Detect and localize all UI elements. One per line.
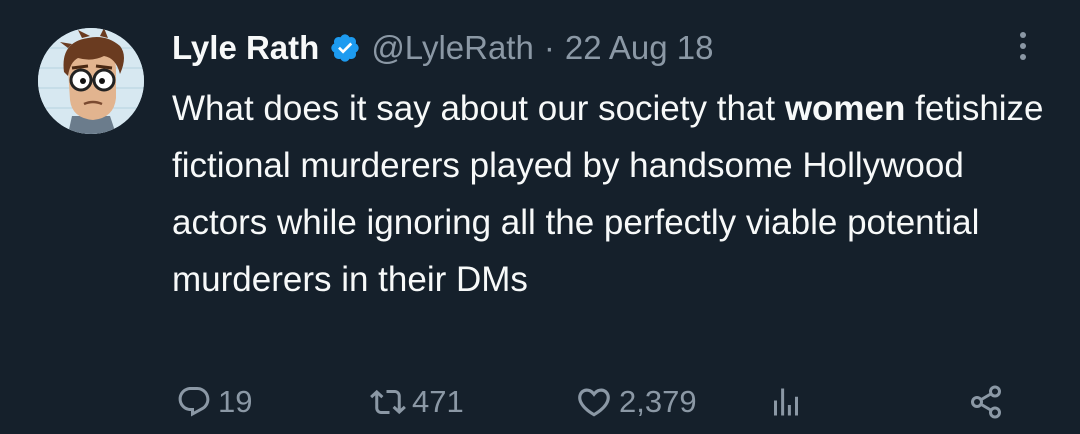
heart-icon [575, 383, 613, 421]
tweet-text-bold-segment: women [784, 89, 906, 128]
retweet-icon [370, 384, 406, 420]
separator: · [543, 29, 555, 66]
tweet-header: Lyle Rath @LyleRath · 22 Aug 18 [172, 22, 714, 74]
handle[interactable]: @LyleRath [371, 29, 534, 67]
avatar[interactable] [38, 28, 144, 134]
reply-button[interactable]: 19 [176, 372, 252, 432]
like-button[interactable]: 2,379 [575, 372, 697, 432]
analytics-icon [768, 384, 804, 420]
share-button[interactable] [968, 372, 1004, 432]
timestamp[interactable]: 22 Aug 18 [565, 29, 714, 67]
share-icon [968, 384, 1004, 420]
retweet-button[interactable]: 471 [370, 372, 464, 432]
tweet-text: What does it say about our society that … [172, 80, 1052, 308]
views-button[interactable] [768, 372, 804, 432]
reply-icon [176, 384, 212, 420]
more-options-icon[interactable] [1008, 26, 1038, 66]
display-name[interactable]: Lyle Rath [172, 29, 319, 67]
tweet-text-segment: What does it say about our society that [172, 89, 785, 128]
reply-count: 19 [218, 384, 253, 419]
verified-badge-icon [329, 32, 361, 64]
retweet-count: 471 [412, 384, 464, 419]
cartoon-avatar-icon [38, 28, 144, 134]
like-count: 2,379 [619, 384, 697, 419]
action-bar: 19 471 2,379 [0, 372, 1080, 432]
tweet[interactable]: Lyle Rath @LyleRath · 22 Aug 18 What doe… [0, 0, 1080, 434]
